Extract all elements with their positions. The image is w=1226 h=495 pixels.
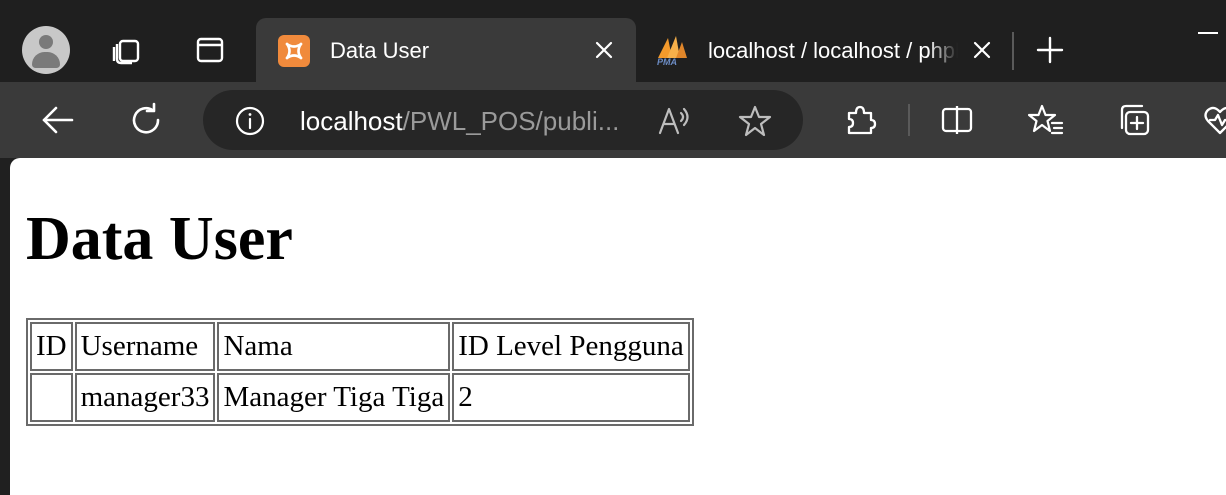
- favorite-button[interactable]: [735, 102, 775, 140]
- extensions-button[interactable]: [838, 98, 882, 142]
- column-header-nama: Nama: [217, 322, 451, 371]
- refresh-icon: [132, 102, 160, 134]
- profile-avatar-button[interactable]: [22, 26, 70, 74]
- column-header-username: Username: [74, 322, 216, 371]
- browser-essentials-button[interactable]: [1198, 98, 1226, 142]
- tab-title: Data User: [330, 38, 430, 63]
- read-aloud-button[interactable]: [655, 102, 695, 140]
- profile-shoulders-shape: [32, 52, 60, 68]
- url-text[interactable]: localhost/PWL_POS/publi...: [300, 106, 619, 137]
- read-aloud-icon: [658, 107, 689, 135]
- xampp-icon: [278, 35, 310, 67]
- table-row: manager33 Manager Tiga Tiga 2: [30, 373, 690, 422]
- user-table: ID Username Nama ID Level Pengguna manag…: [26, 318, 694, 426]
- close-icon: [973, 41, 991, 59]
- svg-text:PMA: PMA: [657, 57, 677, 67]
- info-icon: [235, 106, 265, 136]
- back-button[interactable]: [36, 98, 80, 142]
- page-viewport: Data User ID Username Nama ID Level Peng…: [10, 158, 1226, 495]
- new-tab-button[interactable]: [1030, 30, 1070, 70]
- cell-level: 2: [452, 373, 690, 422]
- workspaces-icon: [112, 39, 140, 65]
- heart-pulse-icon: [1204, 106, 1226, 135]
- close-icon: [595, 41, 613, 59]
- cell-nama: Manager Tiga Tiga: [217, 373, 451, 422]
- favorites-button[interactable]: [1024, 98, 1068, 142]
- tab-title: localhost / localhost / phpMyAdmin: [708, 38, 958, 63]
- back-arrow-icon: [42, 106, 74, 134]
- address-bar[interactable]: localhost/PWL_POS/publi...: [203, 90, 803, 150]
- browser-toolbar: localhost/PWL_POS/publi...: [0, 82, 1226, 158]
- toolbar-separator: [908, 104, 910, 136]
- star-icon: [738, 105, 772, 137]
- tab-data-user[interactable]: Data User: [256, 18, 636, 82]
- tab-actions-icon: [196, 37, 224, 63]
- tab-close-button[interactable]: [968, 36, 996, 64]
- tab-strip: Data User PMA localhost / localhost / ph…: [0, 0, 1226, 82]
- plus-icon: [1036, 36, 1064, 64]
- url-path: /PWL_POS/publi...: [402, 106, 620, 136]
- vertical-tabs-button[interactable]: [190, 30, 230, 70]
- collections-button[interactable]: [1112, 98, 1156, 142]
- workspaces-button[interactable]: [106, 30, 146, 70]
- column-header-id: ID: [30, 322, 73, 371]
- favorites-list-icon: [1028, 104, 1064, 135]
- split-screen-icon: [941, 106, 973, 134]
- column-header-level: ID Level Pengguna: [452, 322, 690, 371]
- tab-phpmyadmin[interactable]: PMA localhost / localhost / phpMyAdmin: [640, 18, 1012, 82]
- url-host: localhost: [300, 106, 403, 136]
- tab-close-button[interactable]: [590, 36, 618, 64]
- puzzle-piece-icon: [847, 105, 877, 135]
- split-screen-button[interactable]: [935, 98, 979, 142]
- tab-divider: [1012, 32, 1014, 70]
- refresh-button[interactable]: [124, 98, 168, 142]
- minimize-button[interactable]: [1198, 32, 1218, 34]
- table-header-row: ID Username Nama ID Level Pengguna: [30, 322, 690, 371]
- phpmyadmin-icon: PMA: [657, 36, 687, 67]
- page-title: Data User: [26, 205, 293, 273]
- collections-icon: [1120, 104, 1150, 136]
- site-info-button[interactable]: [233, 104, 267, 138]
- cell-username: manager33: [74, 373, 216, 422]
- profile-head-shape: [39, 35, 53, 49]
- cell-id: [30, 373, 73, 422]
